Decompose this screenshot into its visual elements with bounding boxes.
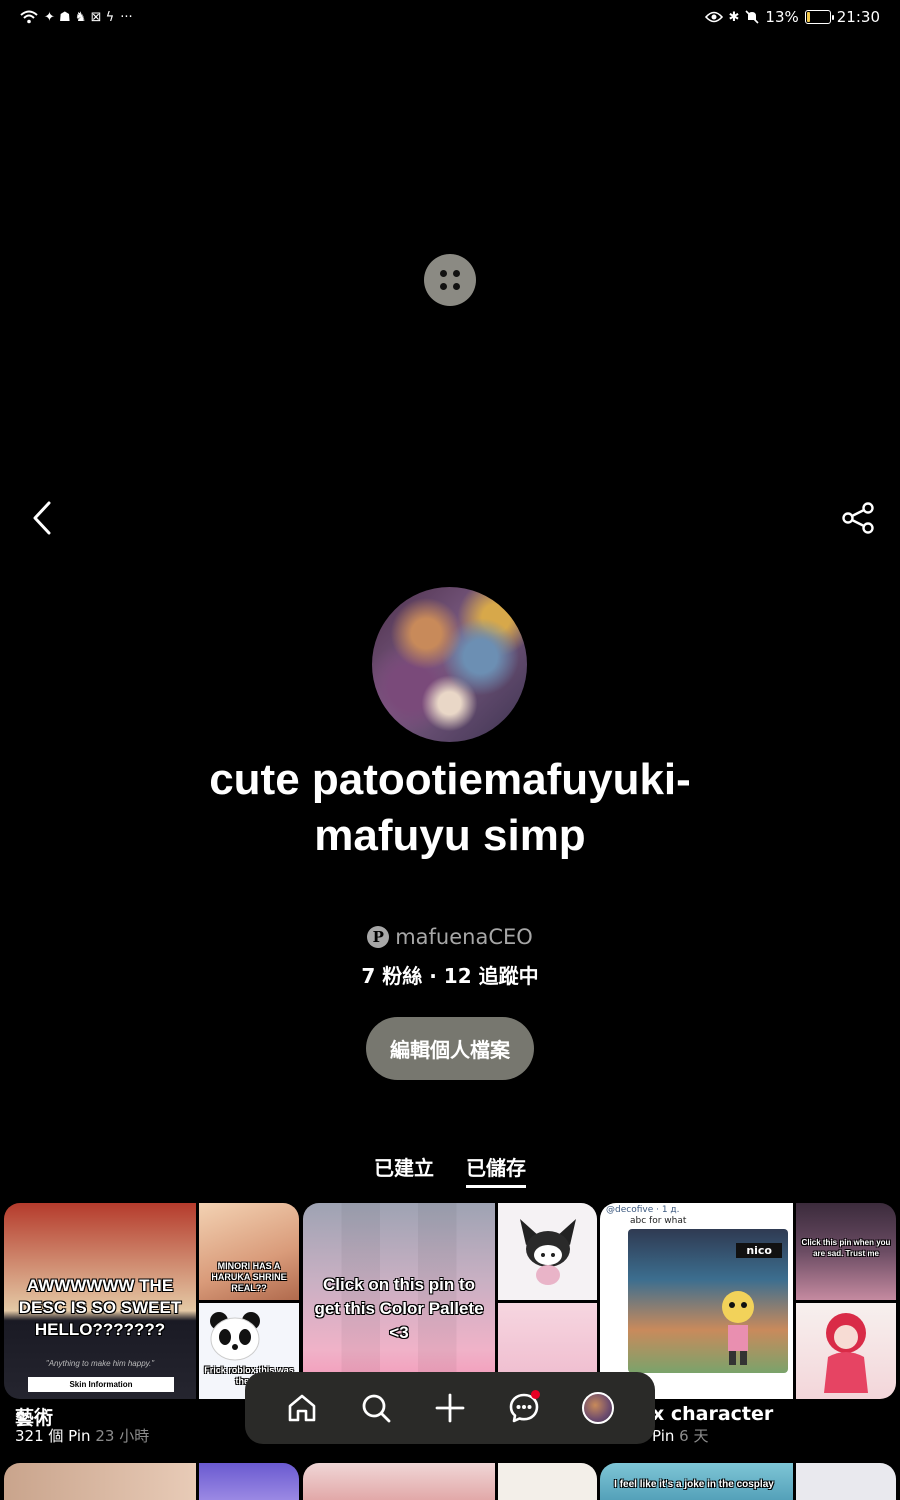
eye-icon <box>704 11 723 23</box>
side-image-top: Click this pin when you are sad. Trust m… <box>796 1203 896 1300</box>
share-button[interactable] <box>836 496 880 540</box>
post-header: @decofive · 1 д. <box>606 1205 680 1215</box>
profile-avatar[interactable] <box>372 587 527 742</box>
battery-level <box>806 12 810 22</box>
side-image-bottom <box>796 1302 896 1399</box>
status-bar: ✦ ☗ ♞ ⊠ ϟ ··· ✱ 13% 21:30 <box>0 0 900 34</box>
status-left: ✦ ☗ ♞ ⊠ ϟ ··· <box>20 10 133 24</box>
wifi-icon <box>20 10 38 24</box>
search-icon <box>362 1394 391 1423</box>
meme-text: AWWWWWW THE DESC IS SO SWEET HELLO??????… <box>18 1276 182 1339</box>
side-image-top <box>796 1463 896 1500</box>
pin-count: Pin <box>652 1427 675 1445</box>
side-image-top: MINORI HAS A HARUKA SHRINE REAL?? <box>199 1203 299 1300</box>
player-name: nico <box>736 1243 782 1258</box>
board-cover-image <box>303 1463 495 1500</box>
cover-drag-handle[interactable] <box>424 254 476 306</box>
profile-name: cute patootiemafuyuki-mafuyu simp <box>209 755 691 860</box>
side-image-top <box>498 1463 597 1500</box>
pinterest-logo-icon: P <box>367 926 390 948</box>
anime-girl-image <box>824 1312 868 1393</box>
follow-stats[interactable]: 7 粉絲 · 12 追蹤中 <box>0 960 900 989</box>
username-row[interactable]: P mafuenaCEO <box>0 925 900 949</box>
notification-dot <box>531 1390 540 1399</box>
profile-avatar-icon <box>582 1392 614 1424</box>
battery-percent: 13% <box>765 8 799 26</box>
post-subtext: abc for what <box>630 1216 687 1226</box>
board-cover-image <box>4 1463 196 1500</box>
bluetooth-icon: ✱ <box>728 9 740 25</box>
board-cover-image: I feel like it's a joke in the cosplay <box>600 1463 793 1500</box>
caption-text: "Anything to make him happy." <box>45 1359 155 1368</box>
board-card-roblox-character[interactable]: @decofive · 1 д. abc for what nico Click… <box>600 1203 896 1399</box>
board-card-row2-3[interactable]: I feel like it's a joke in the cosplay <box>600 1463 896 1500</box>
profile-tabs: 已建立 已儲存 <box>0 1152 900 1188</box>
battery-icon <box>804 10 834 24</box>
side-image-top <box>498 1203 597 1300</box>
board-side-images <box>498 1203 597 1399</box>
create-icon <box>435 1393 465 1423</box>
more-indicator: ··· <box>120 9 133 25</box>
board-card-row2-2[interactable] <box>303 1463 597 1500</box>
skin-info-label: Skin Information <box>28 1377 174 1392</box>
nav-profile[interactable] <box>578 1388 618 1428</box>
game-screenshot: nico <box>628 1229 788 1373</box>
notification-icons: ✦ ☗ ♞ ⊠ ϟ <box>44 9 115 25</box>
nav-home[interactable] <box>282 1388 322 1428</box>
nav-search[interactable] <box>356 1388 396 1428</box>
status-right: ✱ 13% 21:30 <box>704 8 880 26</box>
clock: 21:30 <box>836 8 880 26</box>
meme-text: Click on this pin to get this Color Pall… <box>314 1275 484 1342</box>
board-cover-image: Click on this pin to get this Color Pall… <box>303 1203 495 1399</box>
board-card-row2-1[interactable] <box>4 1463 299 1500</box>
tab-created[interactable]: 已建立 <box>374 1152 434 1188</box>
board-meta-art: 321 個 Pin 23 小時 <box>15 1425 149 1446</box>
chevron-left-icon <box>33 501 51 535</box>
nav-messages[interactable] <box>504 1388 544 1428</box>
cover-text: I feel like it's a joke in the cosplay <box>614 1479 774 1490</box>
character-image <box>722 1291 754 1365</box>
home-icon <box>288 1394 316 1422</box>
username: mafuenaCEO <box>395 925 533 949</box>
bottom-nav-bar <box>245 1372 655 1444</box>
board-side-images: MINORI HAS A HARUKA SHRINE REAL?? Frick … <box>199 1203 299 1399</box>
edit-profile-button[interactable]: 編輯個人檔案 <box>366 1017 534 1080</box>
side-image-top <box>199 1463 299 1500</box>
kuromi-plush-image <box>520 1219 576 1285</box>
panda-image <box>210 1311 260 1360</box>
board-cover-image: @decofive · 1 д. abc for what nico <box>600 1203 793 1399</box>
side-top-text: MINORI HAS A HARUKA SHRINE REAL?? <box>211 1261 287 1293</box>
pin-count: 321 個 Pin <box>15 1427 91 1445</box>
back-button[interactable] <box>22 498 62 538</box>
updated-time: 6 天 <box>679 1427 709 1445</box>
board-card-art[interactable]: AWWWWWW THE DESC IS SO SWEET HELLO??????… <box>4 1203 299 1399</box>
tab-saved[interactable]: 已儲存 <box>466 1152 526 1188</box>
drag-dots-icon <box>440 270 460 290</box>
board-card-2[interactable]: Click on this pin to get this Color Pall… <box>303 1203 597 1399</box>
side-top-text: Click this pin when you are sad. Trust m… <box>801 1238 891 1258</box>
board-cover-image: AWWWWWW THE DESC IS SO SWEET HELLO??????… <box>4 1203 196 1399</box>
board-meta-roblox: Pin 6 天 <box>652 1425 708 1446</box>
mute-bell-icon <box>745 10 759 24</box>
board-side-images: Click this pin when you are sad. Trust m… <box>796 1203 896 1399</box>
nav-create[interactable] <box>430 1388 470 1428</box>
updated-time: 23 小時 <box>95 1427 150 1445</box>
share-icon <box>842 502 874 534</box>
board-title-roblox: x character <box>652 1403 774 1425</box>
